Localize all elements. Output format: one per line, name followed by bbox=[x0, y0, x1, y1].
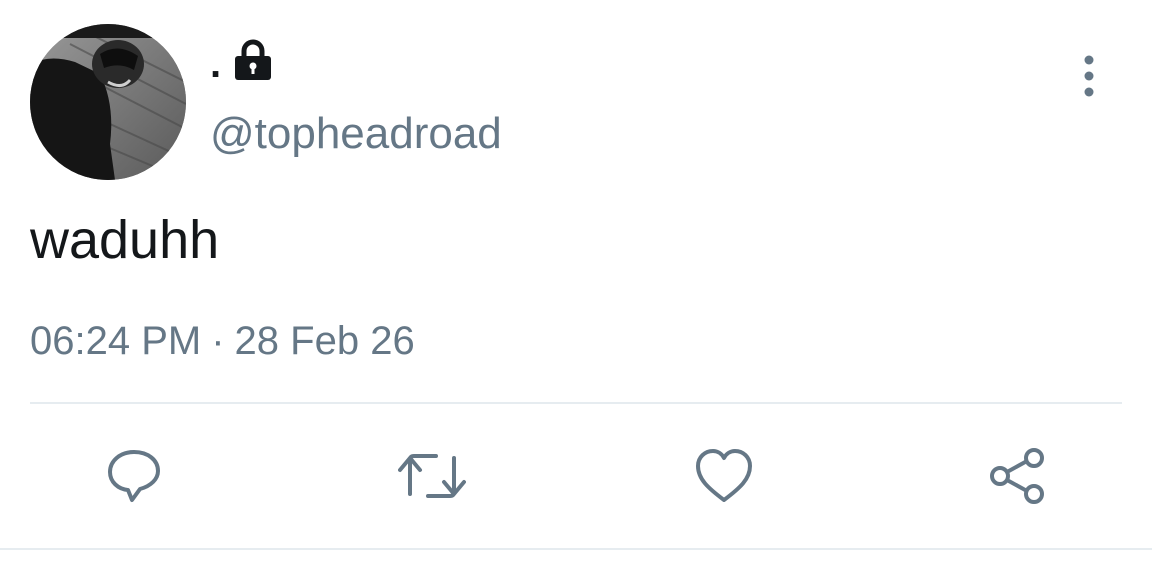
avatar-photo bbox=[30, 24, 186, 180]
like-button[interactable] bbox=[694, 446, 754, 506]
heart-icon bbox=[696, 449, 752, 502]
tweet-timestamp: 06:24 PM · 28 Feb 26 bbox=[30, 316, 415, 366]
divider bbox=[30, 402, 1122, 404]
reply-button[interactable] bbox=[104, 446, 164, 506]
meta-separator: · bbox=[211, 319, 225, 363]
share-icon bbox=[990, 448, 1044, 504]
display-name[interactable]: . bbox=[210, 34, 221, 84]
tweet-time: 06:24 PM bbox=[30, 319, 202, 363]
retweet-button[interactable] bbox=[398, 446, 466, 506]
more-vertical-icon[interactable] bbox=[1074, 54, 1104, 98]
reply-icon bbox=[108, 450, 160, 502]
avatar[interactable] bbox=[30, 24, 186, 180]
tweet-detail: . @topheadroad waduhh 06:24 PM · 28 Feb 26 bbox=[0, 0, 1152, 567]
retweet-icon bbox=[398, 454, 466, 498]
share-button[interactable] bbox=[988, 446, 1048, 506]
tweet-text: waduhh bbox=[30, 210, 220, 270]
user-handle[interactable]: @topheadroad bbox=[210, 108, 502, 160]
lock-icon bbox=[235, 39, 271, 80]
bottom-divider bbox=[0, 548, 1152, 550]
tweet-date: 28 Feb 26 bbox=[234, 319, 415, 363]
